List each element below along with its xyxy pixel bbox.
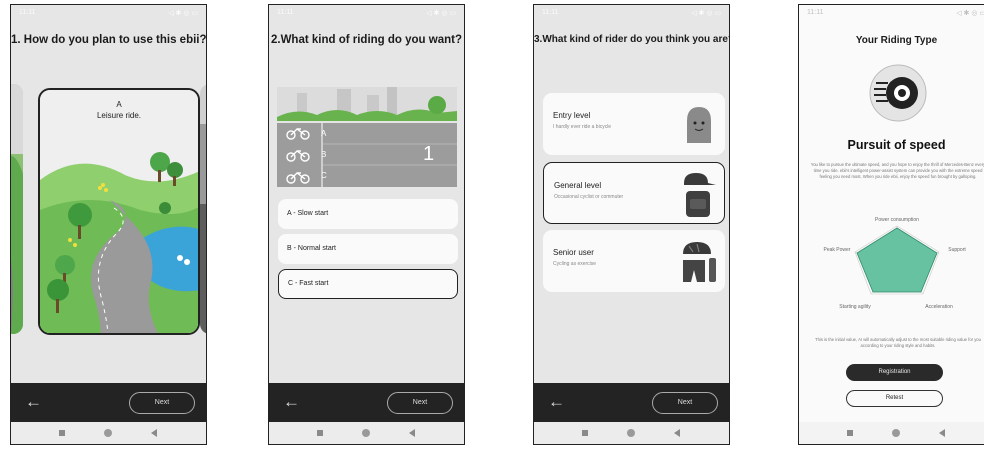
home-icon[interactable] bbox=[362, 429, 370, 437]
rider-title: Entry level bbox=[553, 111, 591, 120]
rider-title: General level bbox=[554, 181, 602, 190]
speed-wheel-icon bbox=[869, 64, 927, 122]
lane-label-b: B bbox=[321, 150, 327, 159]
radar-axis-power-consumption: Power consumption bbox=[875, 217, 919, 223]
lane-label-a: A bbox=[321, 129, 327, 138]
status-time: 11:11 bbox=[807, 9, 824, 16]
status-time: 11:11 bbox=[542, 9, 559, 16]
recents-icon[interactable] bbox=[317, 430, 323, 436]
system-nav-bar bbox=[11, 422, 206, 444]
ghost-icon bbox=[687, 107, 711, 143]
bottom-action-bar: ← Next bbox=[534, 383, 729, 424]
status-icons: ◁ ✱ ◎ ▭ bbox=[956, 10, 984, 17]
option-slow-start[interactable]: A - Slow start bbox=[278, 199, 458, 229]
status-time: 11:11 bbox=[19, 9, 36, 16]
arrow-left-icon[interactable]: ← bbox=[283, 393, 300, 411]
back-triangle-icon[interactable] bbox=[151, 429, 157, 437]
rider-subtitle: I hardly ever ride a bicycle bbox=[553, 124, 612, 130]
question-title: 3.What kind of rider do you think you ar… bbox=[534, 34, 730, 45]
rider-subtitle: Cycling as exercise bbox=[553, 261, 597, 267]
next-button[interactable]: Next bbox=[129, 392, 195, 414]
status-icons: ◁ ✱ ◎ ▭ bbox=[168, 10, 198, 17]
status-bar: 11:11 ◁ ✱ ◎ ▭ bbox=[534, 5, 729, 23]
status-time: 11:11 bbox=[277, 9, 294, 16]
recents-icon[interactable] bbox=[582, 430, 588, 436]
home-icon[interactable] bbox=[627, 429, 635, 437]
carousel-card-prev[interactable] bbox=[11, 84, 23, 334]
arrow-left-icon[interactable]: ← bbox=[25, 393, 42, 411]
adjustment-note: This is the initial value, AI will autom… bbox=[815, 337, 981, 348]
status-bar: 11:11 ◁ ✱ ◎ ▭ bbox=[11, 5, 206, 23]
bottom-action-bar: ← Next bbox=[11, 383, 206, 424]
registration-button[interactable]: Registration bbox=[846, 364, 943, 381]
page-title: Your Riding Type bbox=[855, 35, 938, 46]
rider-card-senior[interactable]: Senior user Cycling as exercise bbox=[543, 230, 725, 292]
lane-label-c: C bbox=[321, 171, 327, 180]
system-nav-bar bbox=[799, 422, 984, 444]
screenshot-collage: 11:11 ◁ ✱ ◎ ▭ 1. How do you plan to use … bbox=[0, 0, 984, 449]
card-option-letter: A bbox=[116, 100, 122, 109]
carousel-card-next[interactable] bbox=[200, 84, 206, 334]
back-triangle-icon[interactable] bbox=[674, 429, 680, 437]
status-icons: ◁ ✱ ◎ ▭ bbox=[426, 10, 456, 17]
phone-screen-usage: 11:11 ◁ ✱ ◎ ▭ 1. How do you plan to use … bbox=[10, 4, 207, 445]
system-nav-bar bbox=[269, 422, 464, 444]
next-button[interactable]: Next bbox=[652, 392, 718, 414]
start-track-illustration bbox=[277, 87, 457, 187]
helmet-shorts-bottle-icon bbox=[683, 242, 716, 282]
recents-icon[interactable] bbox=[847, 430, 853, 436]
radar-axis-acceleration: Acceleration bbox=[925, 304, 953, 310]
system-nav-bar bbox=[534, 422, 729, 444]
retest-button[interactable]: Retest bbox=[846, 390, 943, 407]
phone-screen-rider-level: 11:11 ◁ ✱ ◎ ▭ 3.What kind of rider do yo… bbox=[533, 4, 730, 445]
leisure-landscape-illustration bbox=[40, 90, 198, 333]
riding-profile-radar-chart: Power consumption Support Acceleration S… bbox=[824, 217, 967, 310]
question-title: 2.What kind of riding do you want? bbox=[270, 34, 462, 46]
phone-screen-riding-type-result: 11:11 ◁ ✱ ◎ ▭ Your Riding Type Pursuit o… bbox=[798, 4, 984, 445]
radar-axis-support: Support bbox=[948, 247, 966, 253]
next-button[interactable]: Next bbox=[387, 392, 453, 414]
home-icon[interactable] bbox=[104, 429, 112, 437]
card-option-caption: Leisure ride. bbox=[96, 111, 142, 120]
riding-type-description: You like to pursue the ultimate speed, a… bbox=[810, 162, 984, 179]
back-triangle-icon[interactable] bbox=[409, 429, 415, 437]
phone-screen-riding-mode: 11:11 ◁ ✱ ◎ ▭ 2.What kind of riding do y… bbox=[268, 4, 465, 445]
status-bar: 11:11 ◁ ✱ ◎ ▭ bbox=[269, 5, 464, 23]
status-icons: ◁ ✱ ◎ ▭ bbox=[691, 10, 721, 17]
rider-subtitle: Occasional cyclist or commuter bbox=[554, 194, 624, 200]
recents-icon[interactable] bbox=[59, 430, 65, 436]
radar-axis-peak-power: Peak Power bbox=[824, 247, 851, 253]
option-normal-start[interactable]: B - Normal start bbox=[278, 234, 458, 264]
question-title: 1. How do you plan to use this ebii? bbox=[11, 34, 207, 46]
rider-title: Senior user bbox=[553, 248, 594, 257]
arrow-left-icon[interactable]: ← bbox=[548, 393, 565, 411]
countdown-number: 1 bbox=[423, 143, 435, 165]
option-fast-start[interactable]: C - Fast start bbox=[278, 269, 458, 299]
home-icon[interactable] bbox=[892, 429, 900, 437]
radar-axis-starting-agility: Starting agility bbox=[839, 304, 871, 310]
riding-type-name: Pursuit of speed bbox=[847, 138, 946, 152]
cap-backpack-icon bbox=[684, 173, 716, 217]
rider-card-entry[interactable]: Entry level I hardly ever ride a bicycle bbox=[543, 93, 725, 155]
rider-card-general[interactable]: General level Occasional cyclist or comm… bbox=[543, 162, 725, 224]
back-triangle-icon[interactable] bbox=[939, 429, 945, 437]
status-bar: 11:11 ◁ ✱ ◎ ▭ bbox=[799, 5, 984, 23]
usage-card-leisure[interactable]: A Leisure ride. bbox=[38, 88, 200, 335]
bottom-action-bar: ← Next bbox=[269, 383, 464, 424]
